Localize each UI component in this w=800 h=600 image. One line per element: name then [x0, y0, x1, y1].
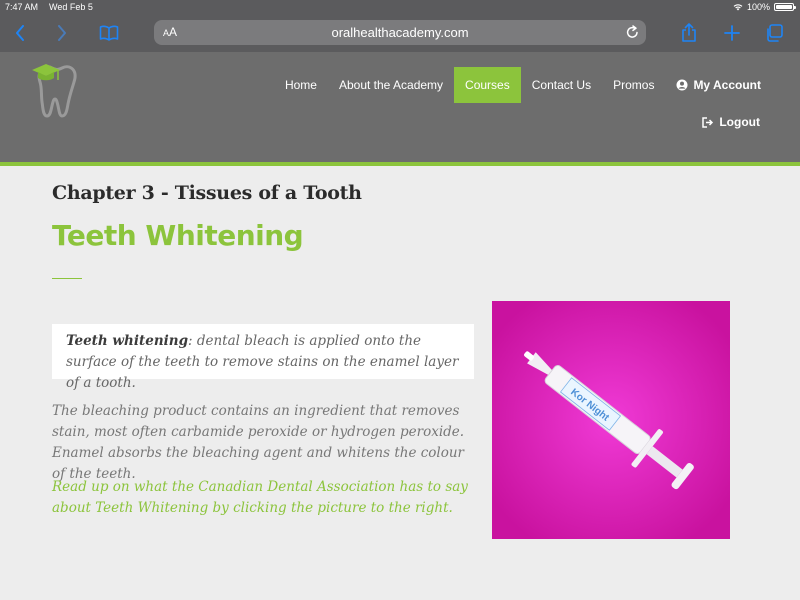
- status-date: Wed Feb 5: [49, 2, 93, 12]
- bleaching-paragraph: The bleaching product contains an ingred…: [52, 403, 465, 482]
- main-nav: Home About the Academy Courses Contact U…: [274, 67, 772, 103]
- browser-toolbar: AA oralhealthacademy.com: [0, 14, 800, 52]
- title-divider: [52, 278, 82, 279]
- battery-percent: 100%: [746, 2, 770, 12]
- forward-icon[interactable]: [52, 14, 72, 52]
- page-title: Teeth Whitening: [52, 219, 304, 252]
- reload-icon[interactable]: [624, 23, 640, 41]
- new-tab-icon[interactable]: [722, 14, 742, 52]
- cda-link-text[interactable]: Read up on what the Canadian Dental Asso…: [52, 477, 472, 519]
- url-text: oralhealthacademy.com: [331, 25, 469, 40]
- whitening-syringe-image[interactable]: Kor Night: [492, 301, 730, 539]
- definition-callout: Teeth whitening: dental bleach is applie…: [52, 324, 474, 391]
- academy-logo[interactable]: [26, 58, 86, 120]
- address-bar[interactable]: AA oralhealthacademy.com: [154, 20, 646, 45]
- callout-term: Teeth whitening: [66, 333, 189, 349]
- nav-contact-us[interactable]: Contact Us: [521, 67, 602, 103]
- syringe-illustration: Kor Night: [492, 301, 730, 539]
- status-bar: 7:47 AM Wed Feb 5 100%: [0, 0, 800, 14]
- bookmarks-icon[interactable]: [96, 14, 122, 52]
- battery-icon: [774, 3, 796, 11]
- wifi-icon: [733, 4, 743, 11]
- logout-link[interactable]: Logout: [702, 115, 760, 129]
- nav-promos[interactable]: Promos: [602, 67, 665, 103]
- status-indicators: 100%: [733, 2, 796, 12]
- back-icon[interactable]: [10, 14, 30, 52]
- status-time: 7:47 AM: [5, 2, 39, 12]
- logout-label: Logout: [719, 115, 760, 129]
- user-circle-icon: [676, 79, 688, 91]
- chapter-heading: Chapter 3 - Tissues of a Tooth: [52, 182, 362, 204]
- site-header: Home About the Academy Courses Contact U…: [0, 52, 800, 166]
- share-icon[interactable]: [678, 14, 700, 52]
- tabs-overview-icon[interactable]: [763, 14, 785, 52]
- nav-home[interactable]: Home: [274, 67, 328, 103]
- sign-out-icon: [702, 116, 714, 128]
- my-account-label: My Account: [693, 78, 761, 92]
- nav-courses[interactable]: Courses: [454, 67, 521, 103]
- nav-my-account[interactable]: My Account: [665, 67, 772, 103]
- nav-about-the-academy[interactable]: About the Academy: [328, 67, 454, 103]
